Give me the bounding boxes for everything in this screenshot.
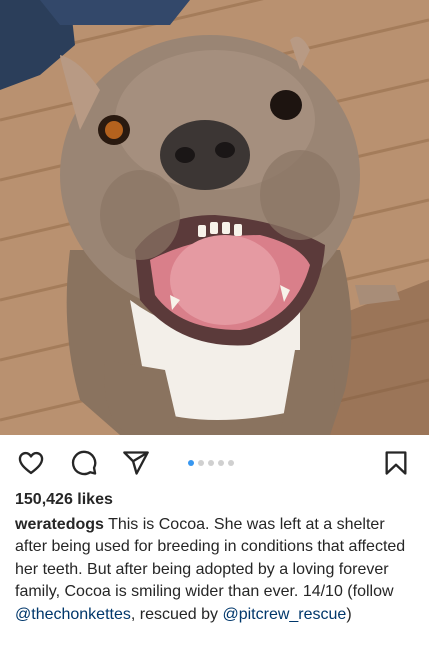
bookmark-icon[interactable] xyxy=(381,448,411,478)
carousel-indicator xyxy=(188,459,234,467)
likes-count[interactable]: 150,426 likes xyxy=(15,491,113,509)
mention-link[interactable]: @thechonkettes xyxy=(15,606,131,623)
carousel-dot xyxy=(228,460,234,466)
comment-icon[interactable] xyxy=(69,448,99,478)
carousel-dot xyxy=(208,460,214,466)
post-photo[interactable] xyxy=(0,0,429,435)
caption-text: , rescued by xyxy=(130,605,219,623)
carousel-dot xyxy=(218,460,224,466)
dog-photo-illustration xyxy=(0,0,429,435)
post-caption: weratedogs This is Cocoa. She was left a… xyxy=(15,514,420,626)
mention-link[interactable]: @pitcrew_rescue xyxy=(222,606,346,623)
heart-icon[interactable] xyxy=(16,448,46,478)
carousel-dot xyxy=(198,460,204,466)
caption-text: ) xyxy=(346,605,352,623)
caption-username[interactable]: weratedogs xyxy=(15,516,104,533)
post-actions-bar xyxy=(0,440,429,484)
send-icon[interactable] xyxy=(121,448,151,478)
carousel-dot xyxy=(188,460,194,466)
